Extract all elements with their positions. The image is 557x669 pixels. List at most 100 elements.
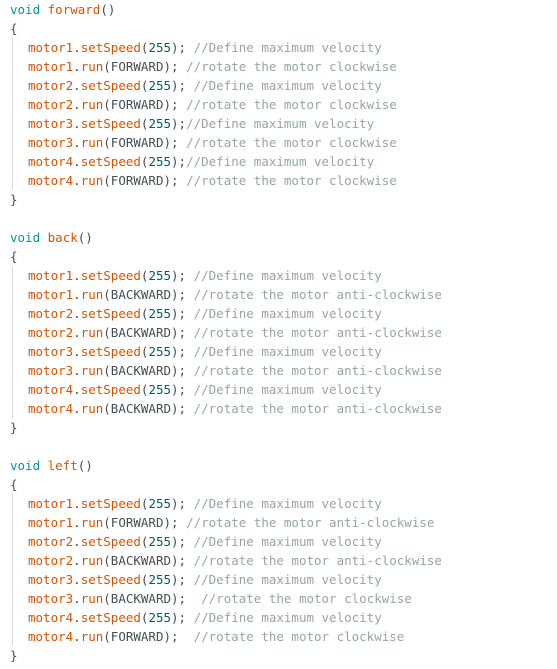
parens: () <box>77 458 93 473</box>
code-sep: ); <box>163 629 194 644</box>
code-line: motor1.run(FORWARD); //rotate the motor … <box>12 57 550 76</box>
code-arg: 255 <box>148 382 172 397</box>
code-sep: ); <box>171 287 194 302</box>
code-line: motor2.setSpeed(255); //Define maximum v… <box>12 304 550 323</box>
code-line: motor2.run(BACKWARD); //rotate the motor… <box>12 551 550 570</box>
code-arg: BACKWARD <box>110 325 172 340</box>
code-sep: ); <box>171 40 194 55</box>
code-object: motor2 <box>28 534 74 549</box>
code-line: motor2.setSpeed(255); //Define maximum v… <box>12 76 550 95</box>
code-object: motor2 <box>28 78 74 93</box>
code-method: setSpeed <box>80 306 141 321</box>
code-comment: //Define maximum velocity <box>186 154 375 169</box>
code-method: setSpeed <box>80 78 141 93</box>
code-object: motor4 <box>28 382 74 397</box>
code-sep: ); <box>171 553 194 568</box>
code-comment: //Define maximum velocity <box>193 268 382 283</box>
close-brace: } <box>10 192 18 207</box>
code-comment: //rotate the motor anti-clockwise <box>193 363 442 378</box>
code-arg: BACKWARD <box>110 401 172 416</box>
code-method: setSpeed <box>80 154 141 169</box>
code-method: setSpeed <box>80 572 141 587</box>
code-arg: 255 <box>148 534 172 549</box>
code-object: motor3 <box>28 591 74 606</box>
code-comment: //rotate the motor clockwise <box>186 135 397 150</box>
code-object: motor2 <box>28 97 74 112</box>
code-sep: ); <box>171 382 194 397</box>
code-method: run <box>80 173 104 188</box>
code-arg: 255 <box>148 306 172 321</box>
keyword: void <box>10 230 41 245</box>
code-comment: //rotate the motor clockwise <box>201 591 412 606</box>
code-line: motor3.run(BACKWARD); //rotate the motor… <box>12 361 550 380</box>
code-comment: //rotate the motor clockwise <box>186 97 397 112</box>
function-name: forward <box>47 2 101 17</box>
code-method: run <box>80 629 104 644</box>
code-line: motor3.setSpeed(255); //Define maximum v… <box>12 570 550 589</box>
parens: () <box>100 2 116 17</box>
code-object: motor4 <box>28 173 74 188</box>
code-arg: FORWARD <box>110 515 164 530</box>
code-object: motor1 <box>28 268 74 283</box>
open-brace: { <box>10 477 18 492</box>
code-method: setSpeed <box>80 496 141 511</box>
code-object: motor4 <box>28 629 74 644</box>
code-editor[interactable]: void forward() { motor1.setSpeed(255); /… <box>10 0 550 665</box>
code-line: motor4.setSpeed(255);//Define maximum ve… <box>12 152 550 171</box>
code-object: motor3 <box>28 572 74 587</box>
code-object: motor1 <box>28 59 74 74</box>
code-arg: 255 <box>148 268 172 283</box>
code-arg: 255 <box>148 610 172 625</box>
code-object: motor1 <box>28 40 74 55</box>
code-method: run <box>80 287 104 302</box>
code-line: motor1.setSpeed(255); //Define maximum v… <box>12 266 550 285</box>
code-sep: ); <box>171 363 194 378</box>
keyword: void <box>10 458 41 473</box>
code-arg: FORWARD <box>110 629 164 644</box>
function-signature: void left() <box>10 456 550 475</box>
code-sep: ); <box>171 610 194 625</box>
parens: () <box>77 230 93 245</box>
code-sep: ); <box>163 59 187 74</box>
code-object: motor4 <box>28 610 74 625</box>
code-sep: ); <box>163 135 187 150</box>
code-comment: //Define maximum velocity <box>193 306 382 321</box>
code-line: motor4.run(BACKWARD); //rotate the motor… <box>12 399 550 418</box>
code-sep: ); <box>171 572 194 587</box>
function-signature: void back() <box>10 228 550 247</box>
code-comment: //Define maximum velocity <box>193 610 382 625</box>
close-brace: } <box>10 420 18 435</box>
code-line: motor2.run(FORWARD); //rotate the motor … <box>12 95 550 114</box>
code-method: run <box>80 401 104 416</box>
code-sep: ); <box>171 496 194 511</box>
code-method: setSpeed <box>80 268 141 283</box>
code-sep: ); <box>171 306 194 321</box>
code-sep: ); <box>171 534 194 549</box>
code-sep: ); <box>171 78 194 93</box>
code-arg: FORWARD <box>110 135 164 150</box>
code-comment: //rotate the motor clockwise <box>193 629 405 644</box>
code-comment: //Define maximum velocity <box>193 382 382 397</box>
code-comment: //Define maximum velocity <box>193 534 382 549</box>
code-method: run <box>80 97 104 112</box>
code-arg: 255 <box>148 40 172 55</box>
code-line: motor1.setSpeed(255); //Define maximum v… <box>12 38 550 57</box>
code-arg: 255 <box>148 78 172 93</box>
code-object: motor1 <box>28 496 74 511</box>
function-block-forward: void forward() { motor1.setSpeed(255); /… <box>10 0 550 209</box>
code-line: motor3.setSpeed(255); //Define maximum v… <box>12 342 550 361</box>
code-method: run <box>80 591 104 606</box>
code-line: motor2.run(BACKWARD); //rotate the motor… <box>12 323 550 342</box>
code-comment: //Define maximum velocity <box>193 572 382 587</box>
code-line: motor4.run(FORWARD); //rotate the motor … <box>12 627 550 646</box>
function-block-left: void left() { motor1.setSpeed(255); //De… <box>10 456 550 665</box>
code-comment: //Define maximum velocity <box>193 344 382 359</box>
code-method: setSpeed <box>80 534 141 549</box>
code-comment: //rotate the motor anti-clockwise <box>193 325 442 340</box>
code-arg: BACKWARD <box>110 287 172 302</box>
code-object: motor2 <box>28 306 74 321</box>
code-comment: //rotate the motor anti-clockwise <box>186 515 435 530</box>
code-arg: 255 <box>148 154 172 169</box>
